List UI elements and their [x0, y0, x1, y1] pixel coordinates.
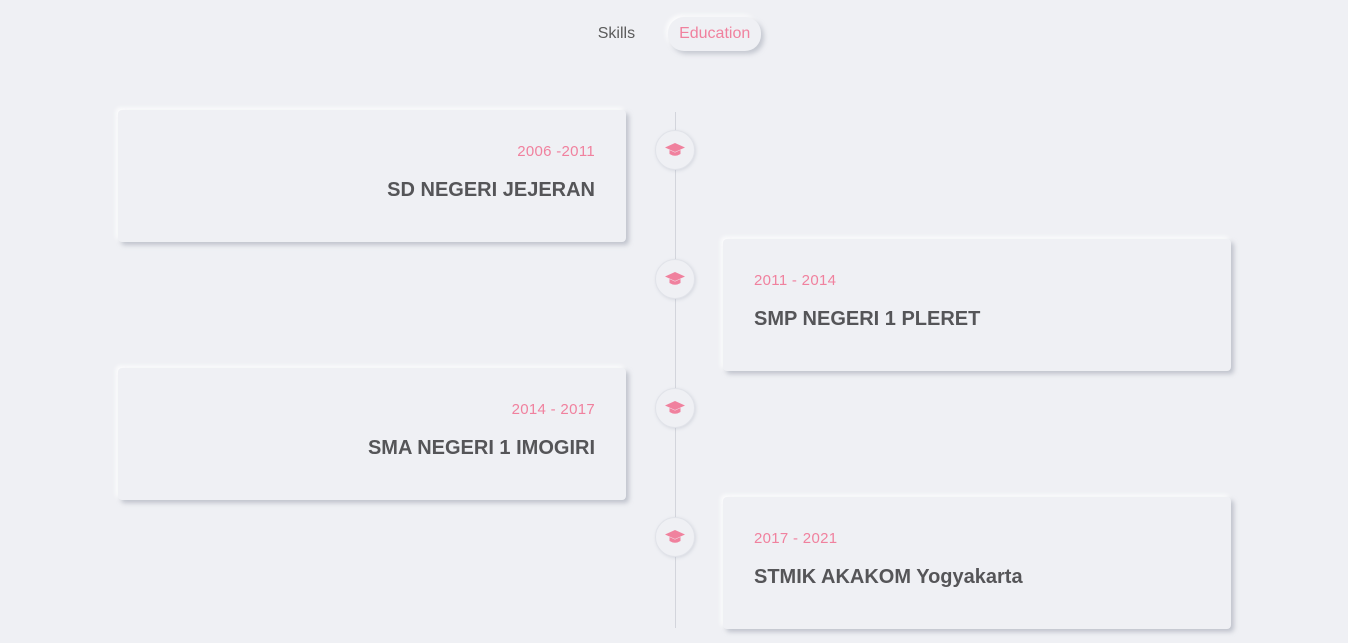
graduation-cap-icon: [655, 388, 695, 428]
education-school: SMA NEGERI 1 IMOGIRI: [367, 437, 595, 459]
graduation-cap-icon: [655, 130, 695, 170]
education-years: 2017 - 2021: [754, 530, 838, 547]
graduation-cap-icon: [655, 517, 695, 557]
tab-skills[interactable]: Skills: [587, 17, 646, 51]
education-school: STMIK AKAKOM Yogyakarta: [754, 566, 1023, 588]
education-card: 2006 -2011 SD NEGERI JEJERAN: [118, 110, 626, 242]
education-card: 2017 - 2021 STMIK AKAKOM Yogyakarta: [723, 497, 1231, 629]
education-years: 2006 -2011: [517, 143, 595, 160]
education-card: 2014 - 2017 SMA NEGERI 1 IMOGIRI: [118, 368, 626, 500]
education-school: SD NEGERI JEJERAN: [387, 179, 595, 201]
education-school: SMP NEGERI 1 PLERET: [754, 308, 981, 330]
education-years: 2011 - 2014: [754, 272, 837, 289]
graduation-cap-icon: [655, 259, 695, 299]
tab-education[interactable]: Education: [668, 17, 762, 51]
education-card: 2011 - 2014 SMP NEGERI 1 PLERET: [723, 239, 1231, 371]
section-tabs: Skills Education: [0, 17, 1348, 51]
education-years: 2014 - 2017: [511, 401, 595, 418]
education-page: Skills Education 2006 -2011 SD NEGERI JE…: [0, 0, 1348, 643]
